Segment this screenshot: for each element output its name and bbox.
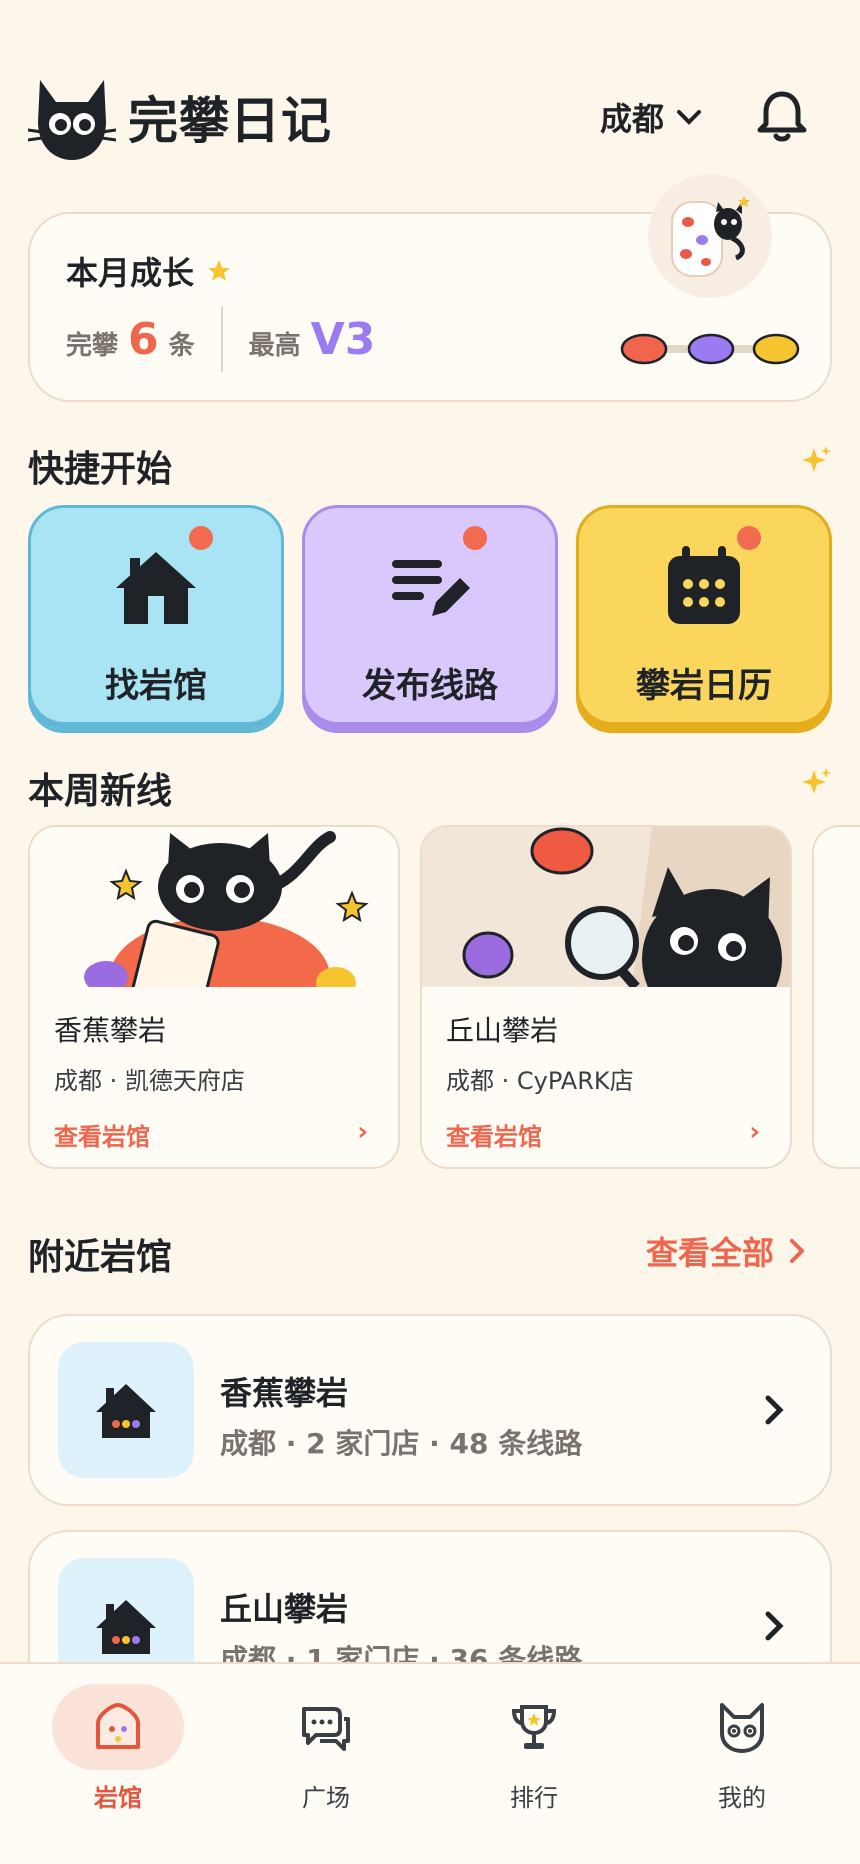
gym-name: 丘山攀岩 bbox=[220, 1590, 349, 1628]
tab-ranking-label: 排行 bbox=[510, 1784, 558, 1812]
cat-face-icon bbox=[720, 1703, 764, 1753]
growth-card[interactable]: 本月成长 完攀 6 条 最高 V3 bbox=[28, 174, 832, 402]
tab-icon-wrap bbox=[52, 1684, 184, 1770]
app-title: 完攀日记 bbox=[128, 92, 332, 150]
climbing-calendar-tile[interactable]: 攀岩日历 bbox=[576, 505, 832, 733]
chevron-right-icon bbox=[765, 1395, 784, 1425]
sent-count: 6 bbox=[128, 313, 159, 365]
route-gym-name: 丘山攀岩 bbox=[446, 1014, 559, 1047]
route-gym-location: 成都 · 凯德天府店 bbox=[54, 1067, 245, 1095]
tab-mine[interactable]: 我的 bbox=[638, 1684, 846, 1813]
gym-list-item[interactable]: 香蕉攀岩 成都 · 2 家门店 · 48 条线路 bbox=[28, 1314, 832, 1506]
app-header: 完攀日记 成都 bbox=[28, 72, 832, 162]
climbing-holds-icon bbox=[620, 333, 800, 365]
cat-climbing-illustration bbox=[648, 174, 772, 298]
route-card[interactable]: 丘山攀岩 成都 · CyPARK店 查看岩馆 › bbox=[420, 825, 792, 1169]
tab-mine-label: 我的 bbox=[718, 1784, 766, 1812]
gym-house-icon bbox=[96, 1600, 156, 1654]
new-lines-title: 本周新线 bbox=[28, 771, 173, 812]
post-route-label: 发布线路 bbox=[362, 666, 498, 706]
sent-unit: 条 bbox=[168, 330, 195, 361]
tab-icon-wrap bbox=[676, 1684, 808, 1770]
cat-magnifier-illustration bbox=[422, 827, 790, 987]
cat-logo-icon bbox=[28, 80, 116, 160]
city-selector[interactable]: 成都 bbox=[600, 94, 702, 140]
bell-icon[interactable] bbox=[754, 88, 810, 144]
max-grade-label: 最高 bbox=[248, 330, 301, 361]
chat-icon bbox=[302, 1707, 350, 1751]
growth-title-label: 本月成长 bbox=[66, 254, 195, 292]
quick-start-title: 快捷开始 bbox=[28, 449, 173, 490]
chevron-right-icon bbox=[790, 1239, 804, 1263]
find-gym-label: 找岩馆 bbox=[105, 666, 207, 706]
chevron-right-icon bbox=[765, 1611, 784, 1641]
nearby-gyms-title: 附近岩馆 bbox=[28, 1237, 173, 1278]
post-route-tile[interactable]: 发布线路 bbox=[302, 505, 558, 733]
tab-square-label: 广场 bbox=[302, 1784, 350, 1812]
route-card[interactable]: 香蕉攀岩 成都 · 凯德天府店 查看岩馆 › bbox=[28, 825, 400, 1169]
tab-gyms[interactable]: 岩馆 bbox=[14, 1684, 222, 1813]
find-gym-tile[interactable]: 找岩馆 bbox=[28, 505, 284, 733]
chevron-right-icon: › bbox=[749, 1117, 760, 1147]
calendar-icon bbox=[668, 546, 740, 624]
tab-icon-wrap bbox=[260, 1684, 392, 1770]
view-gym-link[interactable]: 查看岩馆 bbox=[446, 1117, 542, 1152]
tab-square[interactable]: 广场 bbox=[222, 1684, 430, 1813]
sparkle-icon bbox=[802, 446, 831, 472]
sent-stat: 完攀 6 条 bbox=[66, 314, 195, 365]
max-grade-value: V3 bbox=[310, 313, 376, 365]
gym-meta: 成都 · 2 家门店 · 48 条线路 bbox=[220, 1427, 583, 1460]
see-all-label: 查看全部 bbox=[645, 1234, 774, 1272]
gym-thumbnail bbox=[58, 1342, 194, 1478]
gym-name: 香蕉攀岩 bbox=[220, 1374, 349, 1412]
route-card-peek[interactable] bbox=[812, 825, 860, 1169]
tab-icon-wrap bbox=[468, 1684, 600, 1770]
bottom-tab-bar: 岩馆 广场 排行 我的 bbox=[0, 1662, 860, 1864]
route-gym-location: 成都 · CyPARK店 bbox=[446, 1067, 634, 1095]
chevron-down-icon bbox=[677, 110, 701, 125]
stat-divider bbox=[220, 306, 223, 372]
sparkle-icon bbox=[802, 768, 831, 794]
view-gym-link[interactable]: 查看岩馆 bbox=[54, 1117, 150, 1152]
tab-gyms-label: 岩馆 bbox=[94, 1784, 142, 1812]
growth-title: 本月成长 bbox=[66, 248, 232, 294]
trophy-icon bbox=[511, 1705, 557, 1749]
see-all-link[interactable]: 查看全部 bbox=[646, 1228, 804, 1274]
tab-ranking[interactable]: 排行 bbox=[430, 1684, 638, 1813]
edit-list-icon bbox=[392, 560, 470, 616]
max-grade-stat: 最高 V3 bbox=[249, 314, 376, 365]
sent-label: 完攀 bbox=[66, 330, 119, 361]
growth-stats: 完攀 6 条 最高 V3 bbox=[66, 306, 375, 372]
star-icon bbox=[208, 260, 230, 281]
gym-icon bbox=[96, 1703, 140, 1749]
city-label: 成都 bbox=[599, 100, 664, 138]
house-icon bbox=[116, 552, 196, 624]
gym-house-icon bbox=[96, 1384, 156, 1438]
climbing-calendar-label: 攀岩日历 bbox=[636, 666, 772, 706]
chevron-right-icon: › bbox=[357, 1117, 368, 1147]
cat-on-hold-illustration bbox=[30, 827, 398, 987]
route-gym-name: 香蕉攀岩 bbox=[54, 1014, 167, 1047]
